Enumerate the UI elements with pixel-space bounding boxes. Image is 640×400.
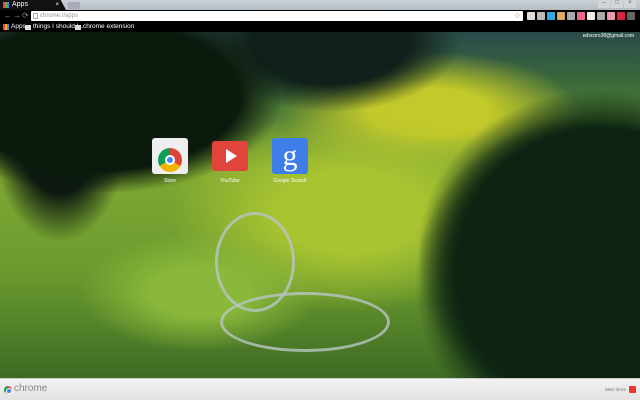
back-button[interactable]: ← [4, 11, 12, 21]
extension-icon[interactable] [557, 12, 565, 20]
extension-icon[interactable] [537, 12, 545, 20]
forward-button[interactable]: → [13, 11, 21, 21]
url-text: chrome://apps [40, 13, 79, 19]
chrome-wordmark: chrome [14, 383, 48, 394]
extension-icon[interactable] [627, 12, 635, 20]
app-store[interactable]: Store [140, 138, 200, 184]
folder-icon [75, 24, 81, 30]
extension-icon[interactable] [567, 12, 575, 20]
extension-icon[interactable] [587, 12, 595, 20]
toolbar: ← → ⟳ chrome://apps ☆ [0, 10, 640, 22]
close-window-button[interactable]: × [624, 0, 636, 8]
apps-grid-icon [3, 24, 9, 30]
app-google-search[interactable]: g Google Search [260, 138, 320, 184]
web-store-link[interactable]: Web Store [605, 387, 626, 392]
bookmark-star-icon[interactable]: ☆ [514, 11, 521, 21]
new-tab-button[interactable] [68, 2, 80, 9]
bookmark-label: chrome extension [83, 23, 135, 30]
account-email[interactable]: edscoro38@gmail.com [583, 33, 634, 39]
apps-bottom-bar: chrome Web Store [0, 378, 640, 400]
tab-apps[interactable]: Apps × [0, 0, 66, 10]
river [220, 292, 390, 352]
apps-page-background: edscoro38@gmail.com Store YouTube g Googl… [0, 32, 640, 378]
tab-title: Apps [12, 1, 28, 8]
chrome-web-store-icon [152, 138, 188, 174]
extension-icon[interactable] [527, 12, 535, 20]
bookmark-label: Apps [11, 23, 26, 30]
google-g-icon: g [272, 138, 308, 174]
chrome-logo-icon [4, 386, 12, 394]
app-label: YouTube [220, 178, 240, 184]
tab-close-button[interactable]: × [55, 0, 59, 10]
web-store-icon[interactable] [629, 386, 636, 393]
youtube-play-icon [212, 141, 248, 171]
extension-icon[interactable] [617, 12, 625, 20]
mountain-right [420, 92, 640, 378]
app-label: Store [164, 178, 176, 184]
tab-strip: Apps × – □ × [0, 0, 640, 10]
apps-grid-icon [3, 2, 9, 8]
extension-icon[interactable] [597, 12, 605, 20]
bookmark-folder-chrome-extension[interactable]: chrome extension [75, 22, 134, 32]
extension-icon[interactable] [547, 12, 555, 20]
app-label: Google Search [273, 178, 307, 184]
bookmarks-bar: Apps things I should l... chrome extensi… [0, 22, 640, 32]
minimize-button[interactable]: – [598, 0, 610, 8]
bookmark-apps[interactable]: Apps [3, 22, 26, 32]
page-icon [33, 13, 38, 19]
folder-icon [25, 24, 31, 30]
reload-button[interactable]: ⟳ [22, 11, 29, 21]
address-bar[interactable]: chrome://apps ☆ [31, 11, 523, 21]
extension-icon[interactable] [607, 12, 615, 20]
app-youtube[interactable]: YouTube [200, 138, 260, 184]
extension-icon[interactable] [577, 12, 585, 20]
maximize-button[interactable]: □ [611, 0, 623, 8]
